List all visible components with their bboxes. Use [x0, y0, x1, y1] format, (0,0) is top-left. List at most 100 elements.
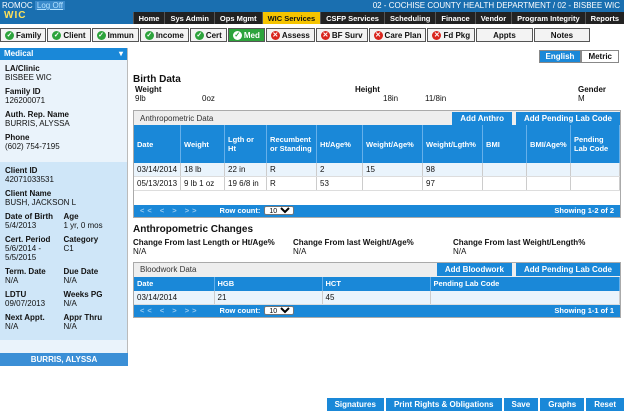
cell: 03/14/2014 — [134, 290, 215, 305]
tab-appts[interactable]: Appts — [476, 28, 533, 42]
add-pending-lab-button[interactable]: Add Pending Lab Code — [516, 111, 620, 125]
signatures-button[interactable]: Signatures — [326, 398, 384, 411]
cell — [430, 290, 620, 305]
add-anthro-button[interactable]: Add Anthro — [452, 111, 512, 125]
cell: R — [266, 163, 318, 177]
check-icon: ✓ — [5, 30, 14, 40]
menu-program-integrity[interactable]: Program Integrity — [511, 12, 585, 24]
rep-value: BURRIS, ALYSSA — [5, 119, 70, 128]
row-count-select[interactable]: 10 — [264, 306, 295, 315]
menu-wic-services[interactable]: WIC Services — [261, 12, 321, 24]
cell: 22 in — [224, 163, 268, 177]
col-weight[interactable]: Weight — [180, 125, 226, 163]
cell: 97 — [422, 176, 484, 191]
pager-nav[interactable]: << < > >> — [140, 306, 200, 315]
col-recumbent[interactable]: Recumbent or Standing — [266, 125, 318, 163]
tab-care-plan[interactable]: ✕ Care Plan — [368, 28, 427, 42]
term-label: Term. Date — [5, 267, 46, 276]
error-icon: ✕ — [270, 30, 280, 40]
department-label: 02 - COCHISE COUNTY HEALTH DEPARTMENT / … — [372, 1, 620, 10]
rep-label: Auth. Rep. Name — [5, 110, 70, 119]
term-due-row: Term. Date N/A Due Date N/A — [5, 267, 122, 290]
save-button[interactable]: Save — [503, 398, 539, 411]
height-label: Height — [355, 85, 380, 94]
menu-home[interactable]: Home — [132, 12, 165, 24]
col-pending-lab[interactable]: Pending Lab Code — [430, 276, 620, 291]
cell — [526, 176, 572, 191]
logout-link[interactable]: Log Off — [34, 1, 65, 10]
table-row[interactable]: 05/13/2013 9 lb 1 oz 19 6/8 in R 53 97 — [134, 176, 620, 191]
english-toggle[interactable]: English — [538, 50, 582, 63]
reset-button[interactable]: Reset — [586, 398, 624, 411]
cell — [570, 163, 620, 177]
tab-immun[interactable]: ✓ Immun — [91, 28, 139, 42]
col-hct[interactable]: HCT — [322, 276, 431, 291]
tab-label: Med — [243, 30, 260, 40]
col-ht-age[interactable]: Ht/Age% — [316, 125, 364, 163]
blood-pager: << < > >> Row count: 10 Showing 1-1 of 1 — [134, 304, 620, 317]
dob-age-row: Date of Birth 5/4/2013 Age 1 yr, 0 mos — [5, 212, 122, 235]
tab-notes[interactable]: Notes — [533, 28, 591, 42]
tab-assess[interactable]: ✕ Assess — [265, 28, 315, 42]
cert-category-row: Cert. Period 5/6/2014 - 5/5/2015 Category… — [5, 235, 122, 267]
tab-bf-surv[interactable]: ✕ BF Surv — [315, 28, 368, 42]
tab-label: Care Plan — [384, 30, 422, 40]
appr-thru-value: N/A — [63, 322, 77, 331]
category-label: Category — [63, 235, 99, 244]
row-count-select[interactable]: 10 — [264, 206, 295, 215]
col-bmi-age[interactable]: BMI/Age% — [526, 125, 572, 163]
col-date[interactable]: Date — [134, 125, 182, 163]
menu-reports[interactable]: Reports — [584, 12, 624, 24]
menu-ops-mgmt[interactable]: Ops Mgmt — [213, 12, 262, 24]
change-weight-length-label: Change From last Weight/Length% — [453, 237, 586, 247]
menu-vendor[interactable]: Vendor — [474, 12, 512, 24]
weeks-label: Weeks PG — [63, 290, 103, 299]
tab-client[interactable]: ✓ Client — [47, 28, 91, 42]
clinic-value: BISBEE WIC — [5, 73, 52, 82]
cell: 03/14/2014 — [134, 163, 182, 177]
table-row[interactable]: 03/14/2014 18 lb 22 in R 2 15 98 — [134, 163, 620, 177]
ldtu-weeks-row: LDTU 09/07/2013 Weeks PG N/A — [5, 290, 122, 313]
print-rights-button[interactable]: Print Rights & Obligations — [385, 398, 502, 411]
change-weight-label: Change From last Weight/Age% — [293, 237, 414, 247]
cell: 45 — [322, 290, 431, 305]
tab-family[interactable]: ✓ Family — [0, 28, 47, 42]
tab-label: Fd Pkg — [443, 30, 471, 40]
menu-csfp-services[interactable]: CSFP Services — [320, 12, 384, 24]
tab-label: Cert — [205, 30, 222, 40]
col-length[interactable]: Lgth or Ht — [224, 125, 268, 163]
metric-toggle[interactable]: Metric — [581, 50, 619, 63]
next-appt-value: N/A — [5, 322, 19, 331]
add-bloodwork-button[interactable]: Add Bloodwork — [436, 263, 512, 276]
add-pending-lab-button[interactable]: Add Pending Lab Code — [516, 263, 620, 276]
error-icon: ✕ — [373, 30, 383, 40]
col-weight-length[interactable]: Weight/Lgth% — [422, 125, 484, 163]
col-weight-age[interactable]: Weight/Age% — [362, 125, 424, 163]
menu-finance[interactable]: Finance — [435, 12, 475, 24]
col-pending-lab[interactable]: Pending Lab Code — [570, 125, 620, 163]
blood-header: Bloodwork Data Add Bloodwork Add Pending… — [134, 262, 620, 277]
age-value: 1 yr, 0 mos — [63, 221, 103, 230]
col-bmi[interactable]: BMI — [482, 125, 528, 163]
phone-label: Phone — [5, 133, 30, 142]
anthro-title: Anthropometric Data — [140, 113, 214, 123]
sidebar-header[interactable]: Medical ▾ — [0, 48, 127, 60]
family-info: LA/Clinic BISBEE WIC Family ID 126200071… — [0, 60, 127, 160]
tab-income[interactable]: ✓ Income — [139, 28, 189, 42]
table-row[interactable]: 03/14/2014 21 45 — [134, 290, 620, 305]
menu-sys-admin[interactable]: Sys Admin — [164, 12, 214, 24]
term-value: N/A — [5, 276, 19, 285]
cert-label: Cert. Period — [5, 235, 51, 244]
menu-scheduling[interactable]: Scheduling — [383, 12, 436, 24]
tab-cert[interactable]: ✓ Cert — [189, 28, 227, 42]
check-icon: ✓ — [144, 30, 154, 40]
col-hgb[interactable]: HGB — [214, 276, 323, 291]
col-date[interactable]: Date — [134, 276, 215, 291]
tab-med[interactable]: ✓ Med — [227, 28, 265, 42]
graphs-button[interactable]: Graphs — [540, 398, 585, 411]
client-name-label: Client Name — [5, 189, 52, 198]
changes-section: Anthropometric Changes Change From last … — [133, 224, 623, 256]
client-sidebar: Medical ▾ LA/Clinic BISBEE WIC Family ID… — [0, 48, 128, 366]
pager-nav[interactable]: << < > >> — [140, 206, 200, 215]
tab-fd-pkg[interactable]: ✕ Fd Pkg — [427, 28, 476, 42]
